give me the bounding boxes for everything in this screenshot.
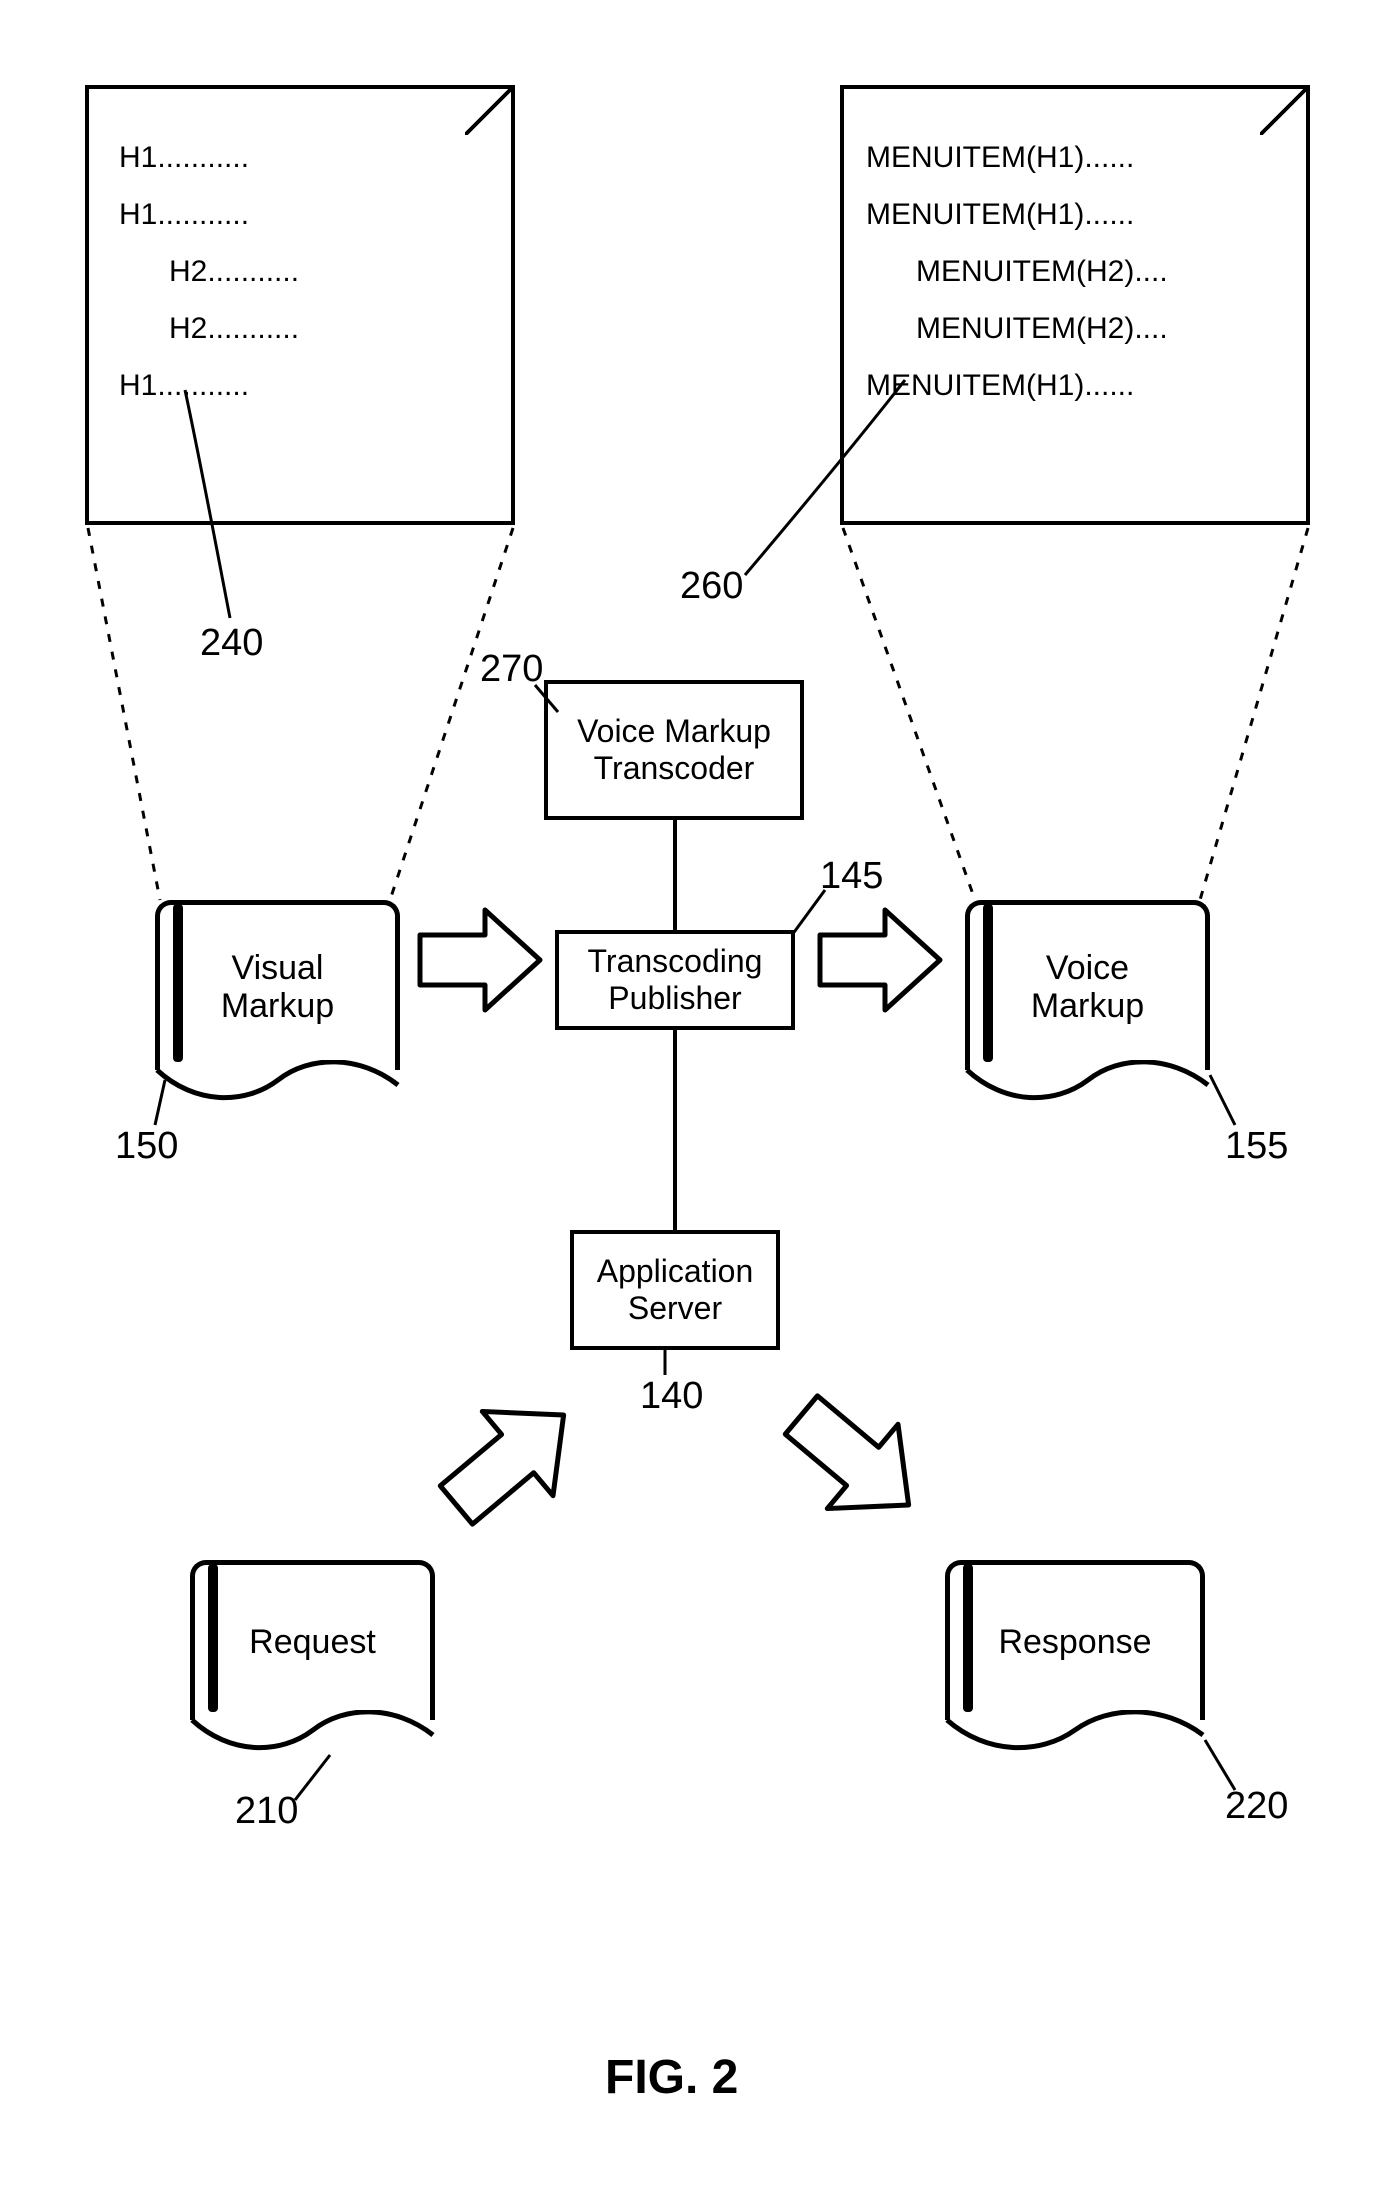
diagram-canvas: H1........... H1........... H2..........…: [0, 0, 1377, 2208]
leader-line: [0, 0, 1377, 2208]
figure-label: FIG. 2: [605, 2050, 738, 2105]
